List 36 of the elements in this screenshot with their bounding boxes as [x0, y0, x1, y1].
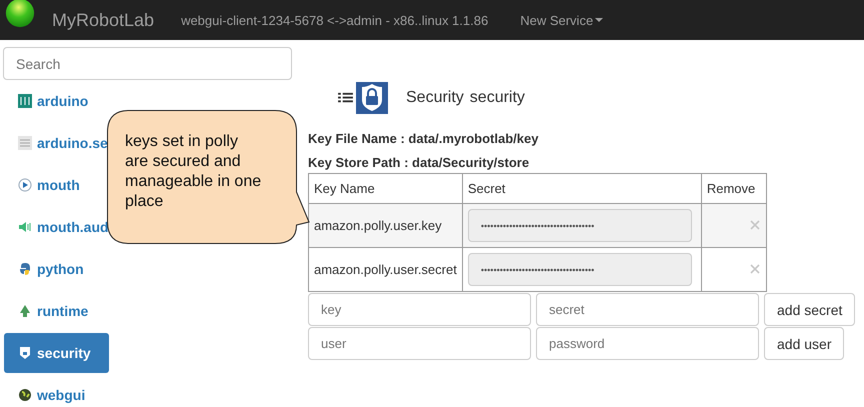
shield-lock-icon	[356, 82, 388, 114]
key-file-name: Key File Name : data/.myrobotlab/key	[308, 130, 540, 148]
sidebar-item[interactable]: python	[4, 249, 98, 289]
column-header: Key Name	[308, 174, 462, 204]
remove-icon[interactable]	[750, 220, 760, 230]
table-cell: amazon.polly.user.key	[308, 204, 462, 248]
input-field[interactable]: password	[536, 327, 759, 360]
secret-field[interactable]: ••••••••••••••••••••••••••••••••••••	[468, 253, 692, 286]
add-button[interactable]: add user	[764, 327, 844, 360]
service-name: security	[470, 89, 525, 107]
input-field[interactable]: secret	[536, 293, 759, 326]
input-field[interactable]: user	[308, 327, 531, 360]
sidebar-item[interactable]: runtime	[4, 291, 102, 331]
key-store-path: Key Store Path : data/Security/store	[308, 154, 530, 172]
callout-text: keys set in polly are secured and manageable in one place	[125, 132, 262, 212]
column-header: Secret	[462, 174, 702, 204]
sidebar-item[interactable]: webgui	[4, 375, 100, 407]
sidebar-item[interactable]: mouth.aud	[4, 207, 123, 247]
service-title: Security	[406, 89, 464, 107]
table-cell: amazon.polly.user.secret	[308, 248, 462, 292]
speaker-icon	[18, 220, 32, 234]
shield-icon	[18, 346, 32, 360]
search-field[interactable]: Search	[3, 47, 292, 80]
remove-icon[interactable]	[750, 264, 760, 274]
sidebar-item[interactable]: arduino.se	[4, 123, 122, 163]
sidebar-item[interactable]: arduino	[4, 81, 102, 121]
board-icon	[18, 94, 32, 108]
connection-info: webgui-client-1234-5678 <->admin - x86..linux 1.1.86	[181, 12, 488, 28]
sidebar-item[interactable]: security	[4, 333, 109, 373]
add-button[interactable]: add secret	[764, 293, 856, 326]
input-field[interactable]: key	[308, 293, 531, 326]
sidebar-item[interactable]: mouth	[4, 165, 94, 205]
list-icon[interactable]	[338, 92, 353, 104]
brand-title[interactable]: MyRobotLab	[52, 10, 154, 30]
new-service-menu[interactable]: New Service	[520, 8, 604, 32]
secret-field[interactable]: ••••••••••••••••••••••••••••••••••••	[468, 209, 692, 242]
